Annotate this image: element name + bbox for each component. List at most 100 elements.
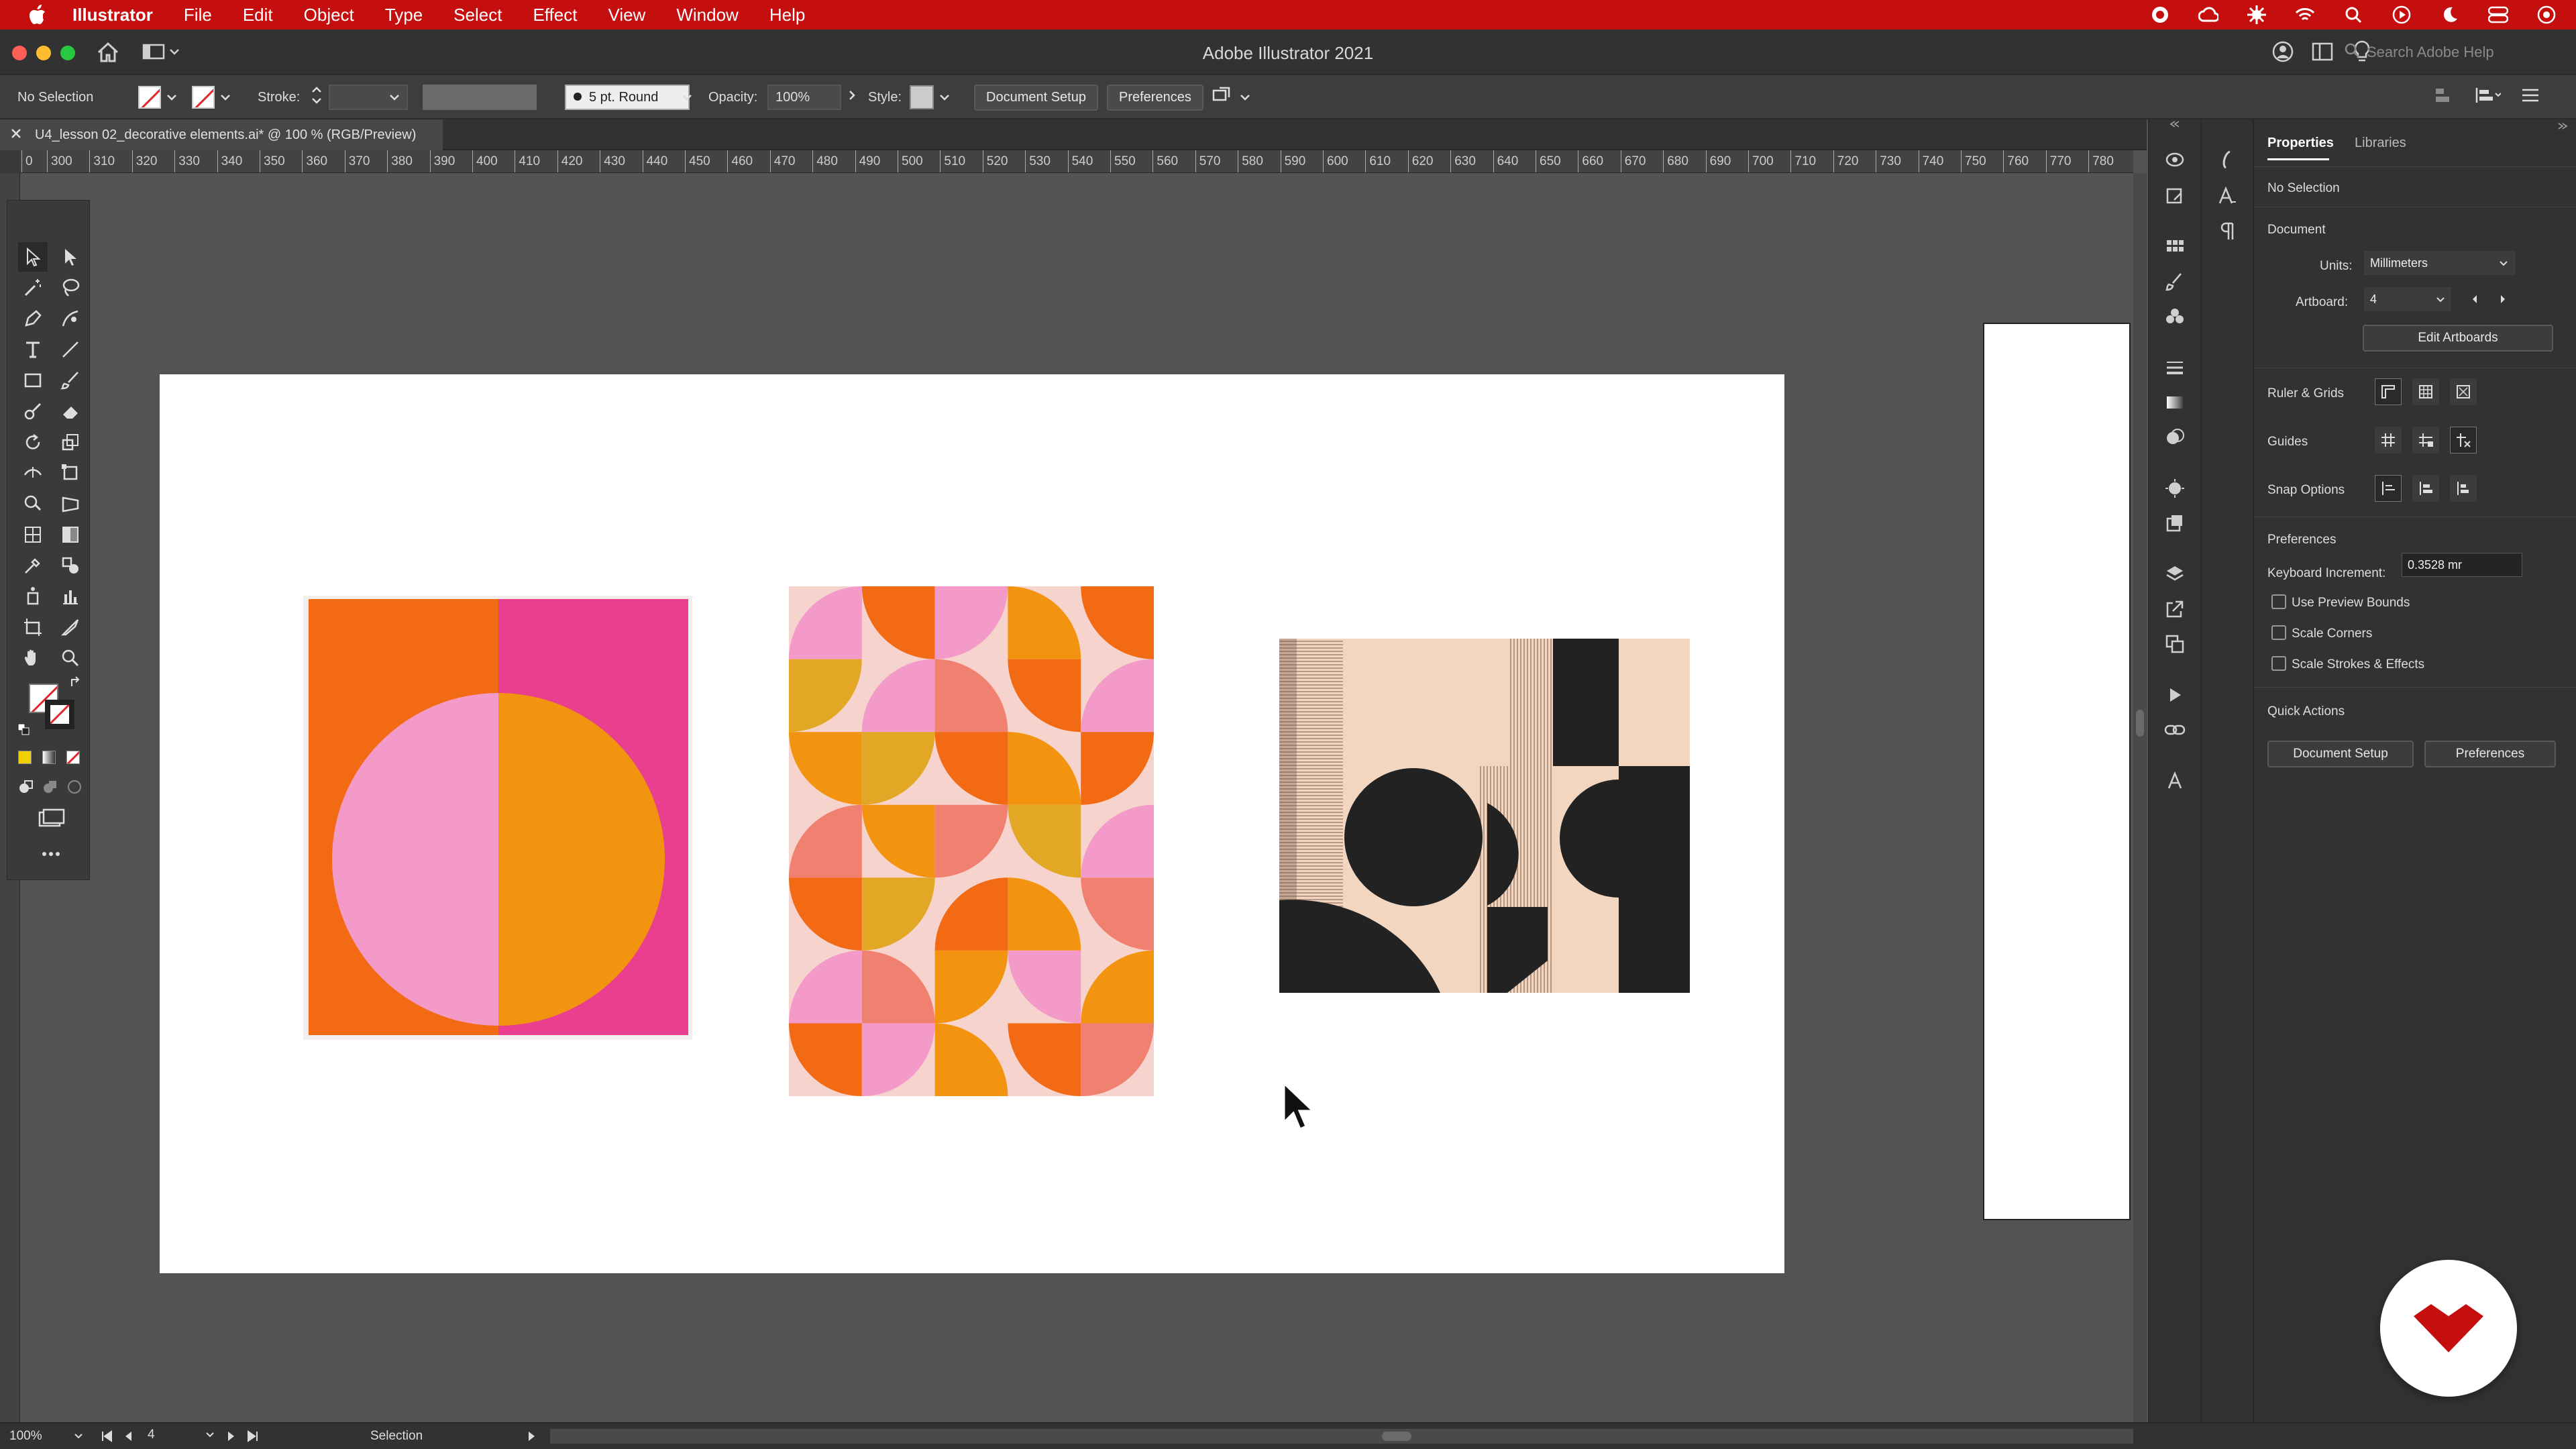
spotlight-search-icon[interactable]	[2343, 4, 2364, 25]
quick-preferences-button[interactable]: Preferences	[2424, 741, 2556, 767]
stroke-panel-icon[interactable]	[2161, 354, 2188, 381]
stroke-weight-field[interactable]	[329, 85, 408, 110]
menu-object[interactable]: Object	[304, 5, 354, 25]
vertical-scrollbar[interactable]	[2133, 173, 2147, 1422]
menu-type[interactable]: Type	[385, 5, 423, 25]
play-circle-icon[interactable]	[2391, 4, 2412, 25]
paintbrush-tool-icon[interactable]	[56, 366, 85, 395]
opacity-field[interactable]: 100%	[767, 85, 841, 110]
scale-strokes-checkbox[interactable]	[2271, 656, 2286, 671]
control-center-icon[interactable]	[2487, 4, 2509, 25]
color-mode-icon[interactable]	[18, 751, 32, 764]
fill-swatch[interactable]	[138, 86, 161, 109]
character-panel-icon[interactable]	[2214, 182, 2241, 209]
menu-edit[interactable]: Edit	[243, 5, 273, 25]
next-artboard-icon[interactable]	[2498, 292, 2508, 310]
shaper-tool-icon[interactable]	[18, 396, 48, 426]
creative-cloud-icon[interactable]	[2198, 4, 2219, 25]
lasso-tool-icon[interactable]	[56, 273, 85, 303]
zoom-tool-icon[interactable]	[56, 643, 85, 673]
quick-document-setup-button[interactable]: Document Setup	[2267, 741, 2414, 767]
preferences-button[interactable]: Preferences	[1107, 84, 1203, 111]
paragraph-icon[interactable]	[2214, 217, 2241, 244]
rotate-tool-icon[interactable]	[18, 427, 48, 457]
shape-builder-tool-icon[interactable]	[18, 489, 48, 519]
direct-selection-tool-icon[interactable]	[56, 242, 85, 272]
draw-inside-icon[interactable]	[66, 779, 83, 798]
transparency-icon[interactable]	[2161, 424, 2188, 451]
horizontal-scroll-thumb[interactable]	[1382, 1432, 1411, 1441]
guides-show-icon[interactable]	[2375, 427, 2402, 453]
draw-behind-icon[interactable]	[42, 779, 58, 798]
type-tool-icon[interactable]	[18, 335, 48, 364]
document-tab[interactable]: U4_lesson 02_decorative elements.ai* @ 1…	[0, 119, 443, 150]
close-tab-icon[interactable]	[11, 127, 21, 143]
wifi-icon[interactable]	[2294, 4, 2316, 25]
symbols-icon[interactable]	[2161, 303, 2188, 330]
blend-tool-icon[interactable]	[56, 551, 85, 580]
settings-burst-icon[interactable]	[2246, 4, 2267, 25]
transparency-grid-icon[interactable]	[2450, 378, 2477, 405]
fill-dropdown-icon[interactable]	[166, 90, 177, 105]
first-artboard-icon[interactable]	[101, 1430, 114, 1446]
gradient-mode-icon[interactable]	[42, 751, 56, 764]
character-styles-icon[interactable]	[2161, 767, 2188, 794]
smart-guides-icon[interactable]	[2450, 427, 2477, 453]
draw-normal-icon[interactable]	[18, 779, 34, 798]
mesh-tool-icon[interactable]	[18, 520, 48, 549]
magic-wand-tool-icon[interactable]	[18, 273, 48, 303]
swatches-icon[interactable]	[2161, 233, 2188, 260]
record-icon[interactable]	[2149, 4, 2171, 25]
layers-icon[interactable]	[2161, 561, 2188, 588]
horizontal-scrollbar[interactable]	[550, 1429, 2133, 1444]
vertical-scroll-thumb[interactable]	[2136, 710, 2144, 737]
graphic-style-swatch[interactable]	[910, 85, 934, 109]
keyboard-increment-field[interactable]: 0.3528 mr	[2402, 553, 2522, 577]
links-icon[interactable]	[2161, 716, 2188, 743]
swap-fill-stroke-icon[interactable]	[69, 676, 83, 692]
artwork-1-frame[interactable]	[303, 596, 692, 1040]
snap-to-pixel-icon[interactable]	[2412, 475, 2439, 502]
prev-artboard-status-icon[interactable]	[123, 1430, 133, 1446]
export-icon[interactable]	[2161, 596, 2188, 623]
snap-to-glyph-icon[interactable]	[2450, 475, 2477, 502]
stroke-weight-stepper[interactable]	[310, 84, 323, 111]
asset-export-icon[interactable]	[2161, 182, 2188, 209]
arrange-icon[interactable]	[1212, 85, 1234, 109]
next-artboard-status-icon[interactable]	[227, 1430, 236, 1446]
none-mode-icon[interactable]	[66, 751, 80, 764]
gradient-panel-icon[interactable]	[2161, 389, 2188, 416]
eraser-tool-icon[interactable]	[56, 396, 85, 426]
artboard-navigator[interactable]: 4	[148, 1428, 215, 1442]
help-search-field[interactable]: Search Adobe Help	[2344, 39, 2545, 66]
column-graph-tool-icon[interactable]	[56, 582, 85, 611]
edit-toolbar-icon[interactable]	[41, 849, 61, 861]
menu-select[interactable]: Select	[453, 5, 502, 25]
selection-tool-icon[interactable]	[18, 242, 48, 272]
opacity-expand-icon[interactable]	[848, 89, 856, 105]
rulers-toggle-icon[interactable]	[2375, 378, 2402, 405]
guides-lock-icon[interactable]	[2412, 427, 2439, 453]
menu-file[interactable]: File	[184, 5, 212, 25]
stroke-color-box[interactable]	[45, 700, 74, 729]
snap-to-point-icon[interactable]	[2375, 475, 2402, 502]
actions-play-icon[interactable]	[2161, 682, 2188, 708]
ruler-origin[interactable]	[0, 150, 20, 173]
appearance-icon[interactable]	[2161, 475, 2188, 502]
align-icon[interactable]	[2434, 87, 2454, 108]
brush-definition-dropdown[interactable]: 5 pt. Round	[565, 85, 690, 110]
glyphs-icon[interactable]	[2214, 146, 2241, 173]
libraries-icon[interactable]	[2161, 146, 2188, 173]
perspective-grid-tool-icon[interactable]	[56, 489, 85, 519]
menu-window[interactable]: Window	[676, 5, 738, 25]
brushes-icon[interactable]	[2161, 268, 2188, 295]
previous-artboard-icon[interactable]	[2470, 292, 2479, 310]
tab-properties[interactable]: Properties	[2267, 136, 2334, 151]
horizontal-ruler[interactable]: 0 300 310 320 330 340 350 360 370 380 390 400 410 420…	[0, 150, 2133, 173]
edit-artboards-button[interactable]: Edit Artboards	[2363, 325, 2553, 352]
artboards-panel-icon[interactable]	[2161, 631, 2188, 657]
last-artboard-icon[interactable]	[246, 1430, 259, 1446]
slice-tool-icon[interactable]	[56, 612, 85, 642]
collapse-dock-icon[interactable]	[2168, 119, 2182, 131]
dark-mode-icon[interactable]	[2439, 4, 2461, 25]
